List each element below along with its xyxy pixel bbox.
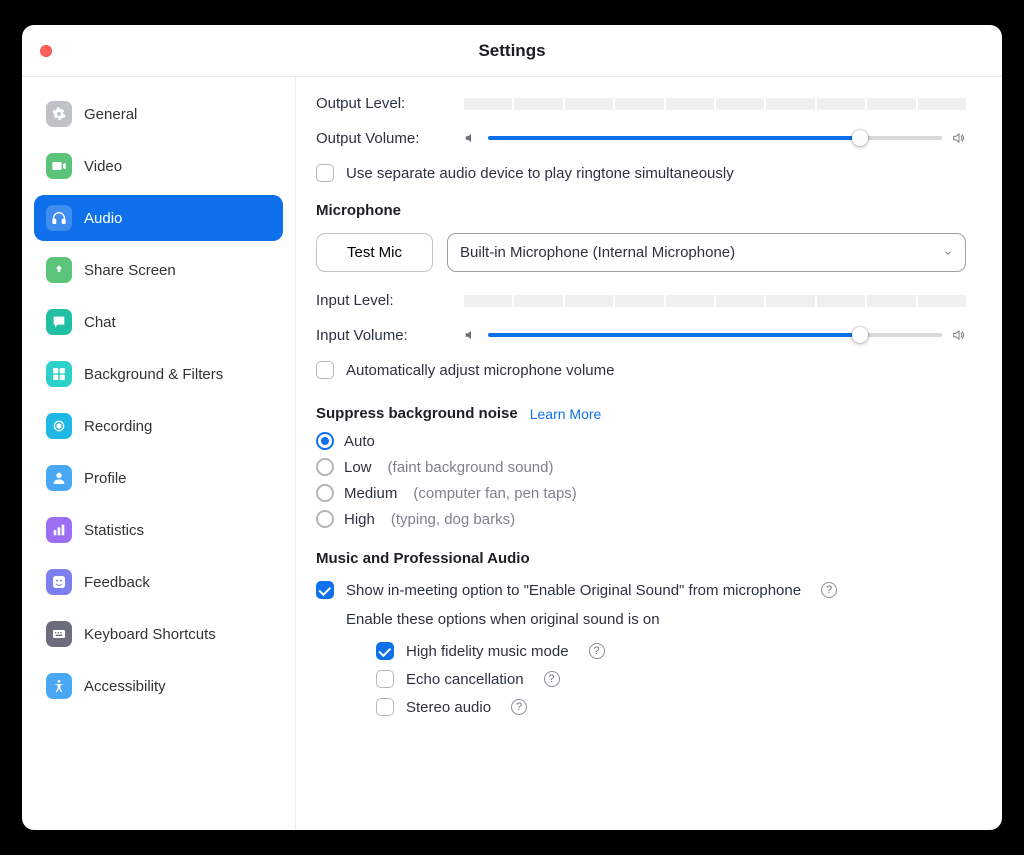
audio-settings-panel: Output Level: Output Volume:: [296, 77, 1002, 830]
suppress-noise-option-label: Auto: [344, 433, 375, 450]
microphone-device-select[interactable]: Built-in Microphone (Internal Microphone…: [447, 233, 966, 272]
echo-cancellation-label: Echo cancellation: [406, 671, 524, 688]
help-icon[interactable]: ?: [544, 671, 560, 687]
music-professional-title: Music and Professional Audio: [316, 550, 966, 567]
help-icon[interactable]: ?: [511, 699, 527, 715]
sidebar-item-video[interactable]: Video: [34, 143, 283, 189]
suppress-noise-option-label: Low: [344, 459, 372, 476]
speaker-low-icon: [464, 328, 478, 342]
output-level-label: Output Level:: [316, 95, 464, 112]
background-filters-icon: [46, 361, 72, 387]
auto-adjust-mic-label: Automatically adjust microphone volume: [346, 362, 614, 379]
keyboard-icon: [46, 621, 72, 647]
suppress-noise-high-radio[interactable]: [316, 510, 334, 528]
speaker-high-icon: [952, 328, 966, 342]
input-volume-label: Input Volume:: [316, 327, 464, 344]
sidebar-item-label: Chat: [84, 314, 116, 331]
sidebar-item-label: Statistics: [84, 522, 144, 539]
sidebar-item-label: Accessibility: [84, 678, 166, 695]
show-original-sound-checkbox[interactable]: [316, 581, 334, 599]
stereo-audio-checkbox[interactable]: [376, 698, 394, 716]
input-volume-slider[interactable]: [488, 325, 942, 345]
microphone-device-value: Built-in Microphone (Internal Microphone…: [460, 244, 735, 261]
suppress-noise-auto-radio[interactable]: [316, 432, 334, 450]
echo-cancellation-checkbox[interactable]: [376, 670, 394, 688]
sidebar-item-recording[interactable]: Recording: [34, 403, 283, 449]
share-screen-icon: [46, 257, 72, 283]
microphone-section-title: Microphone: [316, 202, 966, 219]
suppress-noise-option-label: High: [344, 511, 375, 528]
sidebar-item-label: Profile: [84, 470, 127, 487]
sidebar-item-label: Video: [84, 158, 122, 175]
input-level-meter: [464, 295, 966, 307]
window-title: Settings: [478, 41, 545, 61]
profile-icon: [46, 465, 72, 491]
learn-more-link[interactable]: Learn More: [530, 406, 602, 422]
sidebar-item-label: Recording: [84, 418, 152, 435]
sidebar-item-background-filters[interactable]: Background & Filters: [34, 351, 283, 397]
chat-icon: [46, 309, 72, 335]
sidebar-item-label: Feedback: [84, 574, 150, 591]
suppress-noise-option-label: Medium: [344, 485, 397, 502]
separate-ringtone-checkbox[interactable]: [316, 164, 334, 182]
output-volume-slider[interactable]: [488, 128, 942, 148]
show-original-sound-label: Show in-meeting option to "Enable Origin…: [346, 582, 801, 599]
recording-icon: [46, 413, 72, 439]
sidebar-item-label: Keyboard Shortcuts: [84, 626, 216, 643]
input-level-label: Input Level:: [316, 292, 464, 309]
suppress-noise-low-radio[interactable]: [316, 458, 334, 476]
enable-when-original-label: Enable these options when original sound…: [346, 611, 966, 628]
speaker-low-icon: [464, 131, 478, 145]
separate-ringtone-label: Use separate audio device to play ringto…: [346, 165, 734, 182]
speaker-high-icon: [952, 131, 966, 145]
suppress-noise-medium-radio[interactable]: [316, 484, 334, 502]
sidebar-item-label: Audio: [84, 210, 122, 227]
sidebar-item-label: General: [84, 106, 137, 123]
titlebar: Settings: [22, 25, 1002, 77]
feedback-icon: [46, 569, 72, 595]
suppress-noise-option-hint: (typing, dog barks): [391, 511, 515, 528]
high-fidelity-checkbox[interactable]: [376, 642, 394, 660]
headphones-icon: [46, 205, 72, 231]
help-icon[interactable]: ?: [821, 582, 837, 598]
high-fidelity-label: High fidelity music mode: [406, 643, 569, 660]
sidebar-item-general[interactable]: General: [34, 91, 283, 137]
sidebar-item-label: Share Screen: [84, 262, 176, 279]
suppress-noise-option-hint: (computer fan, pen taps): [413, 485, 576, 502]
chevron-down-icon: [943, 248, 953, 258]
sidebar: General Video Audio Share Screen: [22, 77, 296, 830]
test-mic-button[interactable]: Test Mic: [316, 233, 433, 272]
suppress-noise-title: Suppress background noise: [316, 405, 518, 422]
suppress-noise-option-hint: (faint background sound): [388, 459, 554, 476]
output-volume-label: Output Volume:: [316, 130, 464, 147]
sidebar-item-profile[interactable]: Profile: [34, 455, 283, 501]
sidebar-item-audio[interactable]: Audio: [34, 195, 283, 241]
sidebar-item-share-screen[interactable]: Share Screen: [34, 247, 283, 293]
help-icon[interactable]: ?: [589, 643, 605, 659]
accessibility-icon: [46, 673, 72, 699]
output-level-meter: [464, 98, 966, 110]
settings-window: Settings General Video Audio: [22, 25, 1002, 830]
sidebar-item-keyboard-shortcuts[interactable]: Keyboard Shortcuts: [34, 611, 283, 657]
stereo-audio-label: Stereo audio: [406, 699, 491, 716]
video-icon: [46, 153, 72, 179]
window-close-traffic-light[interactable]: [40, 45, 52, 57]
statistics-icon: [46, 517, 72, 543]
sidebar-item-chat[interactable]: Chat: [34, 299, 283, 345]
sidebar-item-statistics[interactable]: Statistics: [34, 507, 283, 553]
sidebar-item-label: Background & Filters: [84, 366, 223, 383]
sidebar-item-accessibility[interactable]: Accessibility: [34, 663, 283, 709]
sidebar-item-feedback[interactable]: Feedback: [34, 559, 283, 605]
window-body: General Video Audio Share Screen: [22, 77, 1002, 830]
gear-icon: [46, 101, 72, 127]
auto-adjust-mic-checkbox[interactable]: [316, 361, 334, 379]
